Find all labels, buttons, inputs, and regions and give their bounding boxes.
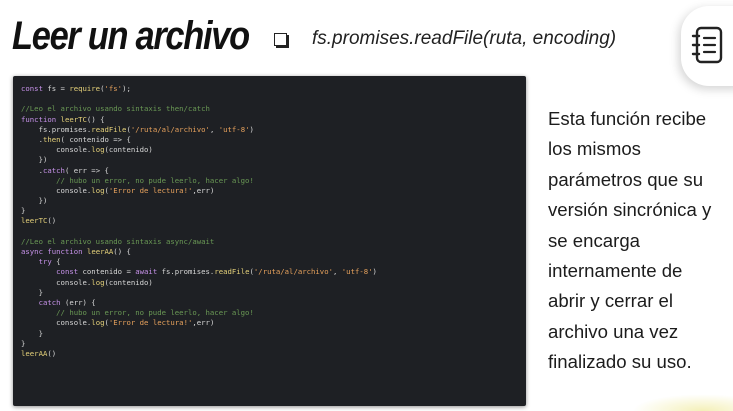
code-line: }): [21, 196, 48, 206]
code-line: catch (err) {: [38, 297, 96, 307]
code-line: ​: [21, 227, 377, 237]
code-line: // hubo un error, no pude leerlo, hacer …: [56, 308, 254, 318]
description-line: se encarga: [548, 229, 640, 251]
code-line: }: [21, 287, 43, 297]
description-line: parámetros que su: [548, 168, 704, 190]
slide-subtitle: fs.promises.readFile(ruta, encoding): [312, 28, 617, 49]
code-panel: const fs = require('fs');​//Leo el archi…: [13, 76, 526, 406]
bullet-icon: [274, 33, 287, 46]
code-line: console.log(contenido): [21, 145, 153, 155]
code-line: console.log('Error de lectura!',err): [21, 318, 215, 328]
code-line: ​: [21, 94, 377, 104]
code-line: async function leerAA() {: [21, 247, 131, 256]
code-line: //Leo el archivo usando sintaxis async/a…: [21, 236, 215, 246]
notebook-icon: [681, 6, 733, 86]
description-line: finalizado su uso.: [548, 351, 692, 373]
code-line: }: [21, 206, 26, 216]
code-line: .then( contenido => {: [21, 134, 131, 144]
code-line: //Leo el archivo usando sintaxis then/ca…: [21, 104, 210, 114]
code-line: }: [21, 328, 43, 338]
code-line: console.log(contenido): [21, 277, 153, 287]
description-line: archivo una vez: [548, 320, 679, 342]
description-line: Esta función recibe: [548, 108, 707, 129]
description-text: Esta función recibe los mismos parámetros …: [548, 104, 733, 378]
slide-title: Leer un archivo: [12, 14, 250, 58]
description-line: los mismos: [548, 138, 641, 160]
code-line: // hubo un error, no pude leerlo, hacer …: [56, 175, 254, 185]
description-line: abrir y cerrar el: [548, 290, 674, 312]
code-line: }: [21, 338, 26, 348]
code-line: console.log('Error de lectura!',err): [21, 185, 215, 195]
description-line: versión sincrónica y: [548, 199, 712, 221]
code-line: leerTC(): [21, 216, 57, 226]
code-line: function leerTC() {: [21, 114, 105, 124]
code-line: const fs = require('fs');: [21, 84, 131, 93]
decorative-glow: [632, 394, 733, 411]
code-line: leerAA(): [21, 348, 57, 358]
code-line: const contenido = await fs.promises.read…: [56, 267, 377, 277]
code-line: fs.promises.readFile('/ruta/al/archivo',…: [21, 124, 254, 134]
code-line: }): [21, 155, 48, 165]
code-line: .catch( err => {: [21, 165, 109, 175]
code-line: try {: [38, 257, 61, 267]
description-line: internamente de: [548, 260, 683, 282]
code-block: const fs = require('fs');​//Leo el archi…: [21, 84, 377, 359]
